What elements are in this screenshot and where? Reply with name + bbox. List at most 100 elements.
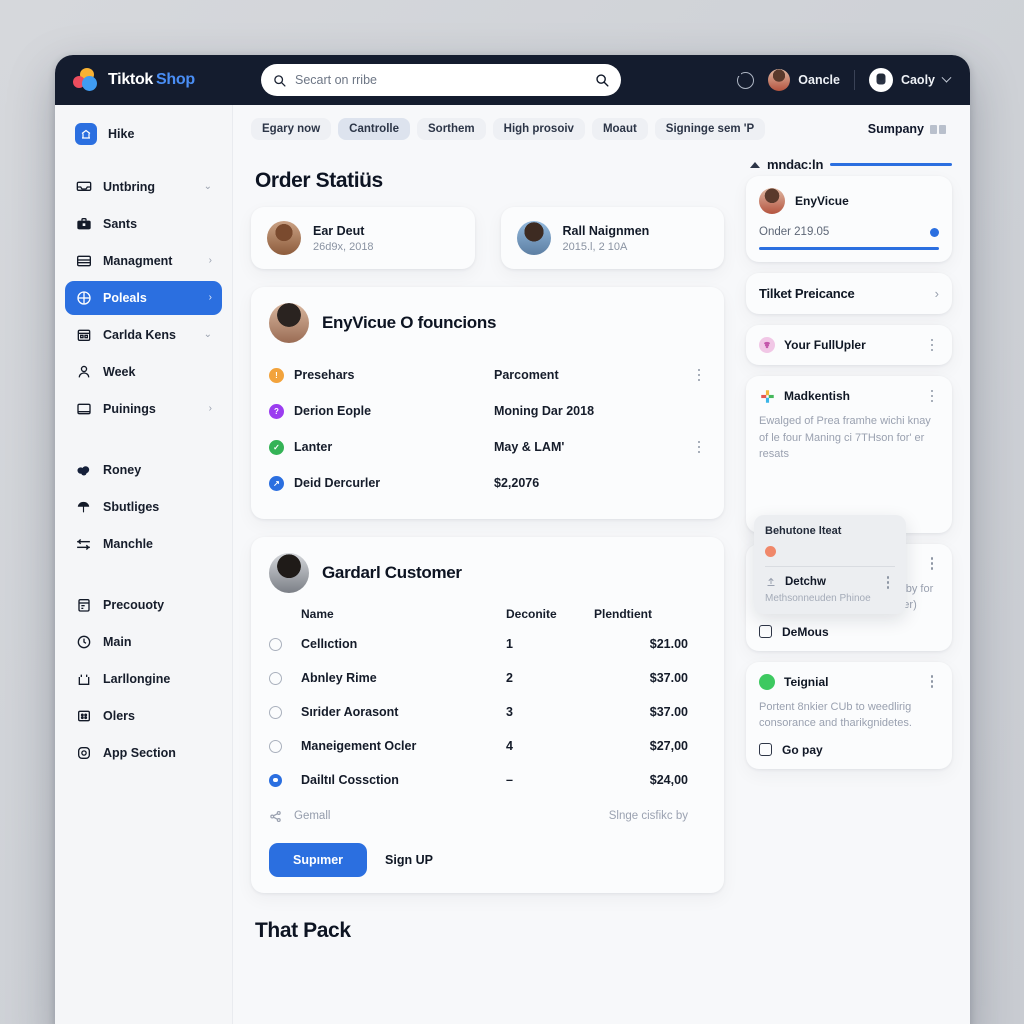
person-card[interactable]: Rall Naignmen 2015.l, 2 10A	[500, 207, 724, 269]
row-radio[interactable]	[269, 637, 282, 651]
kebab-icon[interactable]	[925, 338, 939, 352]
share-group[interactable]: Gemall	[269, 810, 330, 823]
detail-row[interactable]: ! Presehars Parcoment	[269, 357, 706, 393]
detail-row-value: Moning Dar 2018	[494, 404, 595, 418]
table-row[interactable]: Cellıction 1 $21.00	[269, 627, 706, 661]
link-card-tilket-preicance[interactable]: Tilket Preicance ›	[746, 273, 952, 314]
row-radio[interactable]	[269, 705, 282, 719]
bottom-section-title: That Pack	[255, 919, 351, 942]
checkbox[interactable]	[759, 743, 772, 756]
row-qty: –	[506, 773, 513, 787]
pill-egary-now[interactable]: Egary now	[251, 118, 332, 140]
sidebar-item-roney[interactable]: Roney	[65, 453, 222, 487]
sidebar-item-precouoty[interactable]: Precouoty	[65, 588, 222, 622]
clock-icon	[75, 634, 92, 651]
search-input[interactable]	[295, 73, 586, 87]
sidebar-item-untbring[interactable]: Untbring ⌄	[65, 170, 222, 204]
popup-row[interactable]: Detchw	[765, 576, 895, 589]
detail-row[interactable]: ✓ Lanter May & LAM'	[269, 429, 706, 465]
sidebar-item-olers[interactable]: Olers	[65, 699, 222, 733]
table-row[interactable]: Sırider Aorasont 3 $37.00	[269, 695, 706, 729]
table-row[interactable]: Abnley Rime 2 $37.00	[269, 661, 706, 695]
sidebar-item-week[interactable]: Week	[65, 355, 222, 389]
kebab-icon[interactable]	[925, 389, 939, 403]
company-label-group[interactable]: Sumpany	[868, 122, 952, 136]
kebab-icon[interactable]	[925, 675, 939, 688]
sidebar-item-label: Sbutliges	[103, 500, 160, 514]
brand-title: Tiktok Shop	[108, 72, 195, 88]
chevron-down-icon[interactable]	[941, 72, 952, 83]
row-radio[interactable]	[269, 671, 282, 685]
sidebar-item-label: Managment	[103, 254, 173, 268]
avatar	[269, 303, 309, 343]
row-qty: 4	[506, 739, 513, 753]
table-row[interactable]: Dailtıl Cossction – $24,00	[269, 763, 706, 797]
mini-cards-icon	[930, 124, 946, 134]
brand-logo[interactable]: Tiktok Shop	[73, 68, 251, 92]
person-icon	[75, 364, 92, 381]
sidebar-item-carlda-kens[interactable]: Carlda Kens ⌄	[65, 318, 222, 352]
pill-cantrolle[interactable]: Cantrolle	[338, 118, 410, 140]
person-card[interactable]: Ear Deut 26d9x, 2018	[251, 207, 475, 269]
company-label: Sumpany	[867, 122, 924, 136]
chevron-down-icon[interactable]: ⌄	[204, 330, 212, 340]
sidebar-item-sants[interactable]: Sants	[65, 207, 222, 241]
sidebar-item-larllongine[interactable]: Larllongine	[65, 662, 222, 696]
info-card-checkbox-row[interactable]: Go pay	[759, 743, 939, 757]
info-card-header: Teignial	[759, 673, 939, 690]
signup-button[interactable]: Sign UP	[381, 843, 437, 877]
sidebar-item-poleals[interactable]: Poleals ›	[65, 281, 222, 315]
info-card-madkentish: Madkentish Ewalged of Prea framhe wichi …	[746, 376, 952, 533]
kebab-icon[interactable]	[692, 368, 706, 382]
user-name-2: Caoly	[900, 73, 935, 87]
sidebar-item-main[interactable]: Main	[65, 625, 222, 659]
info-card-title: Teignial	[784, 674, 829, 689]
chevron-right-icon[interactable]: ›	[209, 293, 212, 303]
chevron-right-icon[interactable]: ›	[209, 256, 212, 266]
user-account-1[interactable]: Oancle	[768, 69, 840, 91]
kebab-icon[interactable]	[692, 440, 706, 454]
chevron-down-icon[interactable]: ⌄	[204, 182, 212, 192]
sidebar-item-label: Precouoty	[103, 598, 165, 612]
alert-icon	[765, 546, 776, 557]
sidebar-item-label: Olers	[103, 709, 135, 723]
chevron-right-icon[interactable]: ›	[935, 286, 939, 301]
status-dot-icon: ✓	[269, 439, 284, 455]
checkbox[interactable]	[759, 625, 772, 638]
sidebar-item-managment[interactable]: Managment ›	[65, 244, 222, 278]
popup-title: Behutone lteat	[765, 525, 842, 537]
sidebar-item-puinings[interactable]: Puinings ›	[65, 392, 222, 426]
progress-row: Onder 219.05	[759, 226, 939, 238]
pill-high-prosoiv[interactable]: High prosoiv	[492, 118, 585, 140]
detail-row[interactable]: ? Derion Eople Moning Dar 2018	[269, 393, 706, 429]
window-icon	[75, 401, 92, 418]
sidebar-item-manchle[interactable]: Manchle	[65, 527, 222, 561]
info-card-checkbox-row[interactable]: DeMous	[759, 625, 939, 639]
top-header-bar: TiktokShop Oancle	[55, 55, 970, 105]
pill-moaut[interactable]: Moaut	[591, 118, 648, 140]
right-column: mndac:ln EnyVicue Onder 219.05 Tilket Pr…	[746, 157, 952, 1024]
page-root: TiktokShop Oancle	[0, 0, 1024, 1024]
bag-icon	[75, 671, 92, 688]
detail-row[interactable]: ↗ Deid Dercurler $2,2076	[269, 465, 706, 501]
sidebar-item-sbutliges[interactable]: Sbutliges	[65, 490, 222, 524]
pill-signinge-sem[interactable]: Signinge sem 'P	[654, 118, 766, 140]
circle-notification-icon[interactable]	[737, 71, 755, 89]
user-account-2[interactable]: Caoly	[868, 68, 952, 92]
detail-row-label: Presehars	[294, 368, 355, 382]
sidebar-item-home[interactable]: Hike	[65, 117, 222, 151]
sidebar-item-app-section[interactable]: App Section	[65, 736, 222, 770]
search-bar[interactable]	[261, 64, 621, 96]
row-radio[interactable]	[269, 773, 282, 787]
table-row[interactable]: Maneigement Ocler 4 $27,00	[269, 729, 706, 763]
chevron-right-icon[interactable]: ›	[209, 404, 212, 414]
submit-button[interactable]: Supımer	[269, 843, 368, 877]
pill-sorthem[interactable]: Sorthem	[417, 118, 486, 140]
search-submit-icon[interactable]	[595, 73, 609, 87]
overlay-popup[interactable]: Behutone lteat Detchw Methsonneuden Phin	[754, 515, 906, 614]
kebab-icon[interactable]	[881, 576, 895, 589]
row-radio[interactable]	[269, 739, 282, 753]
progress-card: EnyVicue Onder 219.05	[746, 176, 952, 262]
kebab-icon[interactable]	[925, 557, 939, 570]
avatar	[267, 221, 301, 255]
